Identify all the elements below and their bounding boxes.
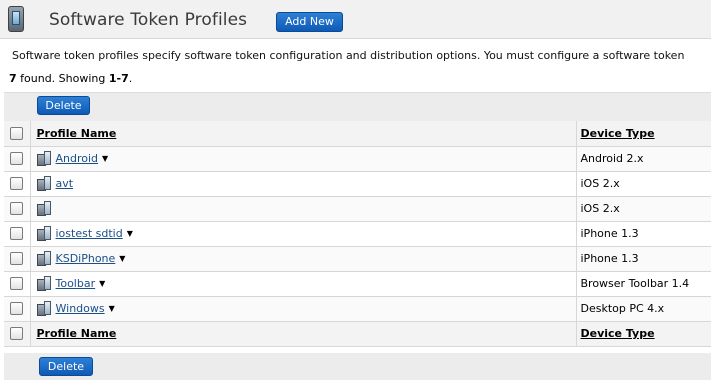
table-header-row: Profile Name Device Type	[4, 121, 711, 147]
device-type-cell: Browser Toolbar 1.4	[576, 271, 711, 297]
row-checkbox-cell	[4, 171, 31, 197]
table-footer-row: Profile Name Device Type	[4, 321, 711, 347]
token-profile-icon	[36, 250, 51, 267]
chevron-down-icon[interactable]: ▼	[109, 304, 115, 313]
sort-device-type[interactable]: Device Type	[581, 127, 655, 140]
phone-icon	[8, 6, 24, 32]
table-row: Windows ▼ Desktop PC 4.x	[4, 296, 711, 322]
page-description: Software token profiles specify software…	[12, 49, 685, 62]
token-profile-icon	[36, 150, 51, 167]
profile-name-footer: Profile Name	[30, 321, 577, 347]
profile-name-header: Profile Name	[30, 121, 577, 147]
profile-name-cell: iostest sdtid ▼	[30, 221, 577, 247]
token-profile-icon	[36, 225, 51, 242]
profile-name-link[interactable]: Toolbar	[56, 277, 96, 290]
row-checkbox-cell	[4, 271, 31, 297]
top-toolbar	[4, 92, 711, 122]
profile-name-link[interactable]: avt	[56, 177, 74, 190]
token-profile-icon	[36, 175, 51, 192]
select-all-cell-bottom	[4, 321, 31, 347]
device-type-cell: Android 2.x	[576, 146, 711, 172]
profile-name-link[interactable]: Windows	[56, 302, 105, 315]
row-checkbox[interactable]	[10, 302, 24, 316]
chevron-down-icon[interactable]: ▼	[127, 229, 133, 238]
select-all-cell	[4, 121, 31, 147]
row-checkbox-cell	[4, 296, 31, 322]
table-row: iOS 2.x	[4, 196, 711, 222]
row-checkbox-cell	[4, 221, 31, 247]
token-profile-icon	[36, 300, 51, 317]
table-row: Android ▼ Android 2.x	[4, 146, 711, 172]
profile-name-cell: Toolbar ▼	[30, 271, 577, 297]
table-row: avt iOS 2.x	[4, 171, 711, 197]
result-count: 7	[9, 72, 17, 85]
select-all-checkbox[interactable]	[10, 127, 24, 140]
profile-name-cell: KSDiPhone ▼	[30, 246, 577, 272]
device-type-cell: iPhone 1.3	[576, 221, 711, 247]
chevron-down-icon[interactable]: ▼	[119, 254, 125, 263]
row-checkbox[interactable]	[10, 252, 24, 266]
token-profile-icon	[36, 275, 51, 292]
row-checkbox[interactable]	[10, 227, 24, 241]
profile-name-link[interactable]: KSDiPhone	[56, 252, 116, 265]
token-profile-icon	[36, 200, 51, 217]
row-checkbox[interactable]	[10, 152, 24, 166]
row-checkbox[interactable]	[10, 202, 24, 216]
delete-button-bottom[interactable]: Delete	[39, 357, 93, 376]
chevron-down-icon[interactable]: ▼	[99, 279, 105, 288]
add-new-button[interactable]: Add New	[276, 12, 343, 32]
profile-name-link[interactable]: iostest sdtid	[56, 227, 123, 240]
chevron-down-icon[interactable]: ▼	[102, 154, 108, 163]
result-range: 1-7	[108, 72, 129, 85]
row-checkbox-cell	[4, 246, 31, 272]
device-type-header: Device Type	[576, 121, 711, 147]
row-checkbox[interactable]	[10, 277, 24, 291]
device-type-cell: iOS 2.x	[576, 171, 711, 197]
profile-name-link[interactable]: Android	[56, 152, 99, 165]
device-type-cell: iOS 2.x	[576, 196, 711, 222]
profile-name-cell: Android ▼	[30, 146, 577, 172]
page-title: Software Token Profiles	[49, 10, 248, 30]
select-all-checkbox-bottom[interactable]	[10, 327, 24, 341]
row-checkbox[interactable]	[10, 177, 24, 191]
device-type-cell: iPhone 1.3	[576, 246, 711, 272]
profiles-table: Profile Name Device Type Android ▼ Android…	[4, 121, 711, 347]
found-text: found. Showing	[16, 72, 109, 85]
page-header: Software Token Profiles	[0, 0, 711, 39]
sort-device-type-bottom[interactable]: Device Type	[581, 327, 655, 340]
profile-name-cell	[30, 196, 577, 222]
device-type-cell: Desktop PC 4.x	[576, 296, 711, 322]
results-summary: 7 found. Showing 1-7.	[9, 72, 132, 85]
bottom-toolbar	[4, 353, 711, 380]
delete-button-top[interactable]: Delete	[37, 96, 90, 115]
device-type-footer: Device Type	[576, 321, 711, 347]
profile-name-cell: Windows ▼	[30, 296, 577, 322]
row-checkbox-cell	[4, 196, 31, 222]
row-checkbox-cell	[4, 146, 31, 172]
table-row: Toolbar ▼ Browser Toolbar 1.4	[4, 271, 711, 297]
sort-profile-name-bottom[interactable]: Profile Name	[37, 327, 117, 340]
profile-name-cell: avt	[30, 171, 577, 197]
sort-profile-name[interactable]: Profile Name	[37, 127, 117, 140]
table-row: iostest sdtid ▼ iPhone 1.3	[4, 221, 711, 247]
table-row: KSDiPhone ▼ iPhone 1.3	[4, 246, 711, 272]
summary-end: .	[128, 72, 133, 85]
